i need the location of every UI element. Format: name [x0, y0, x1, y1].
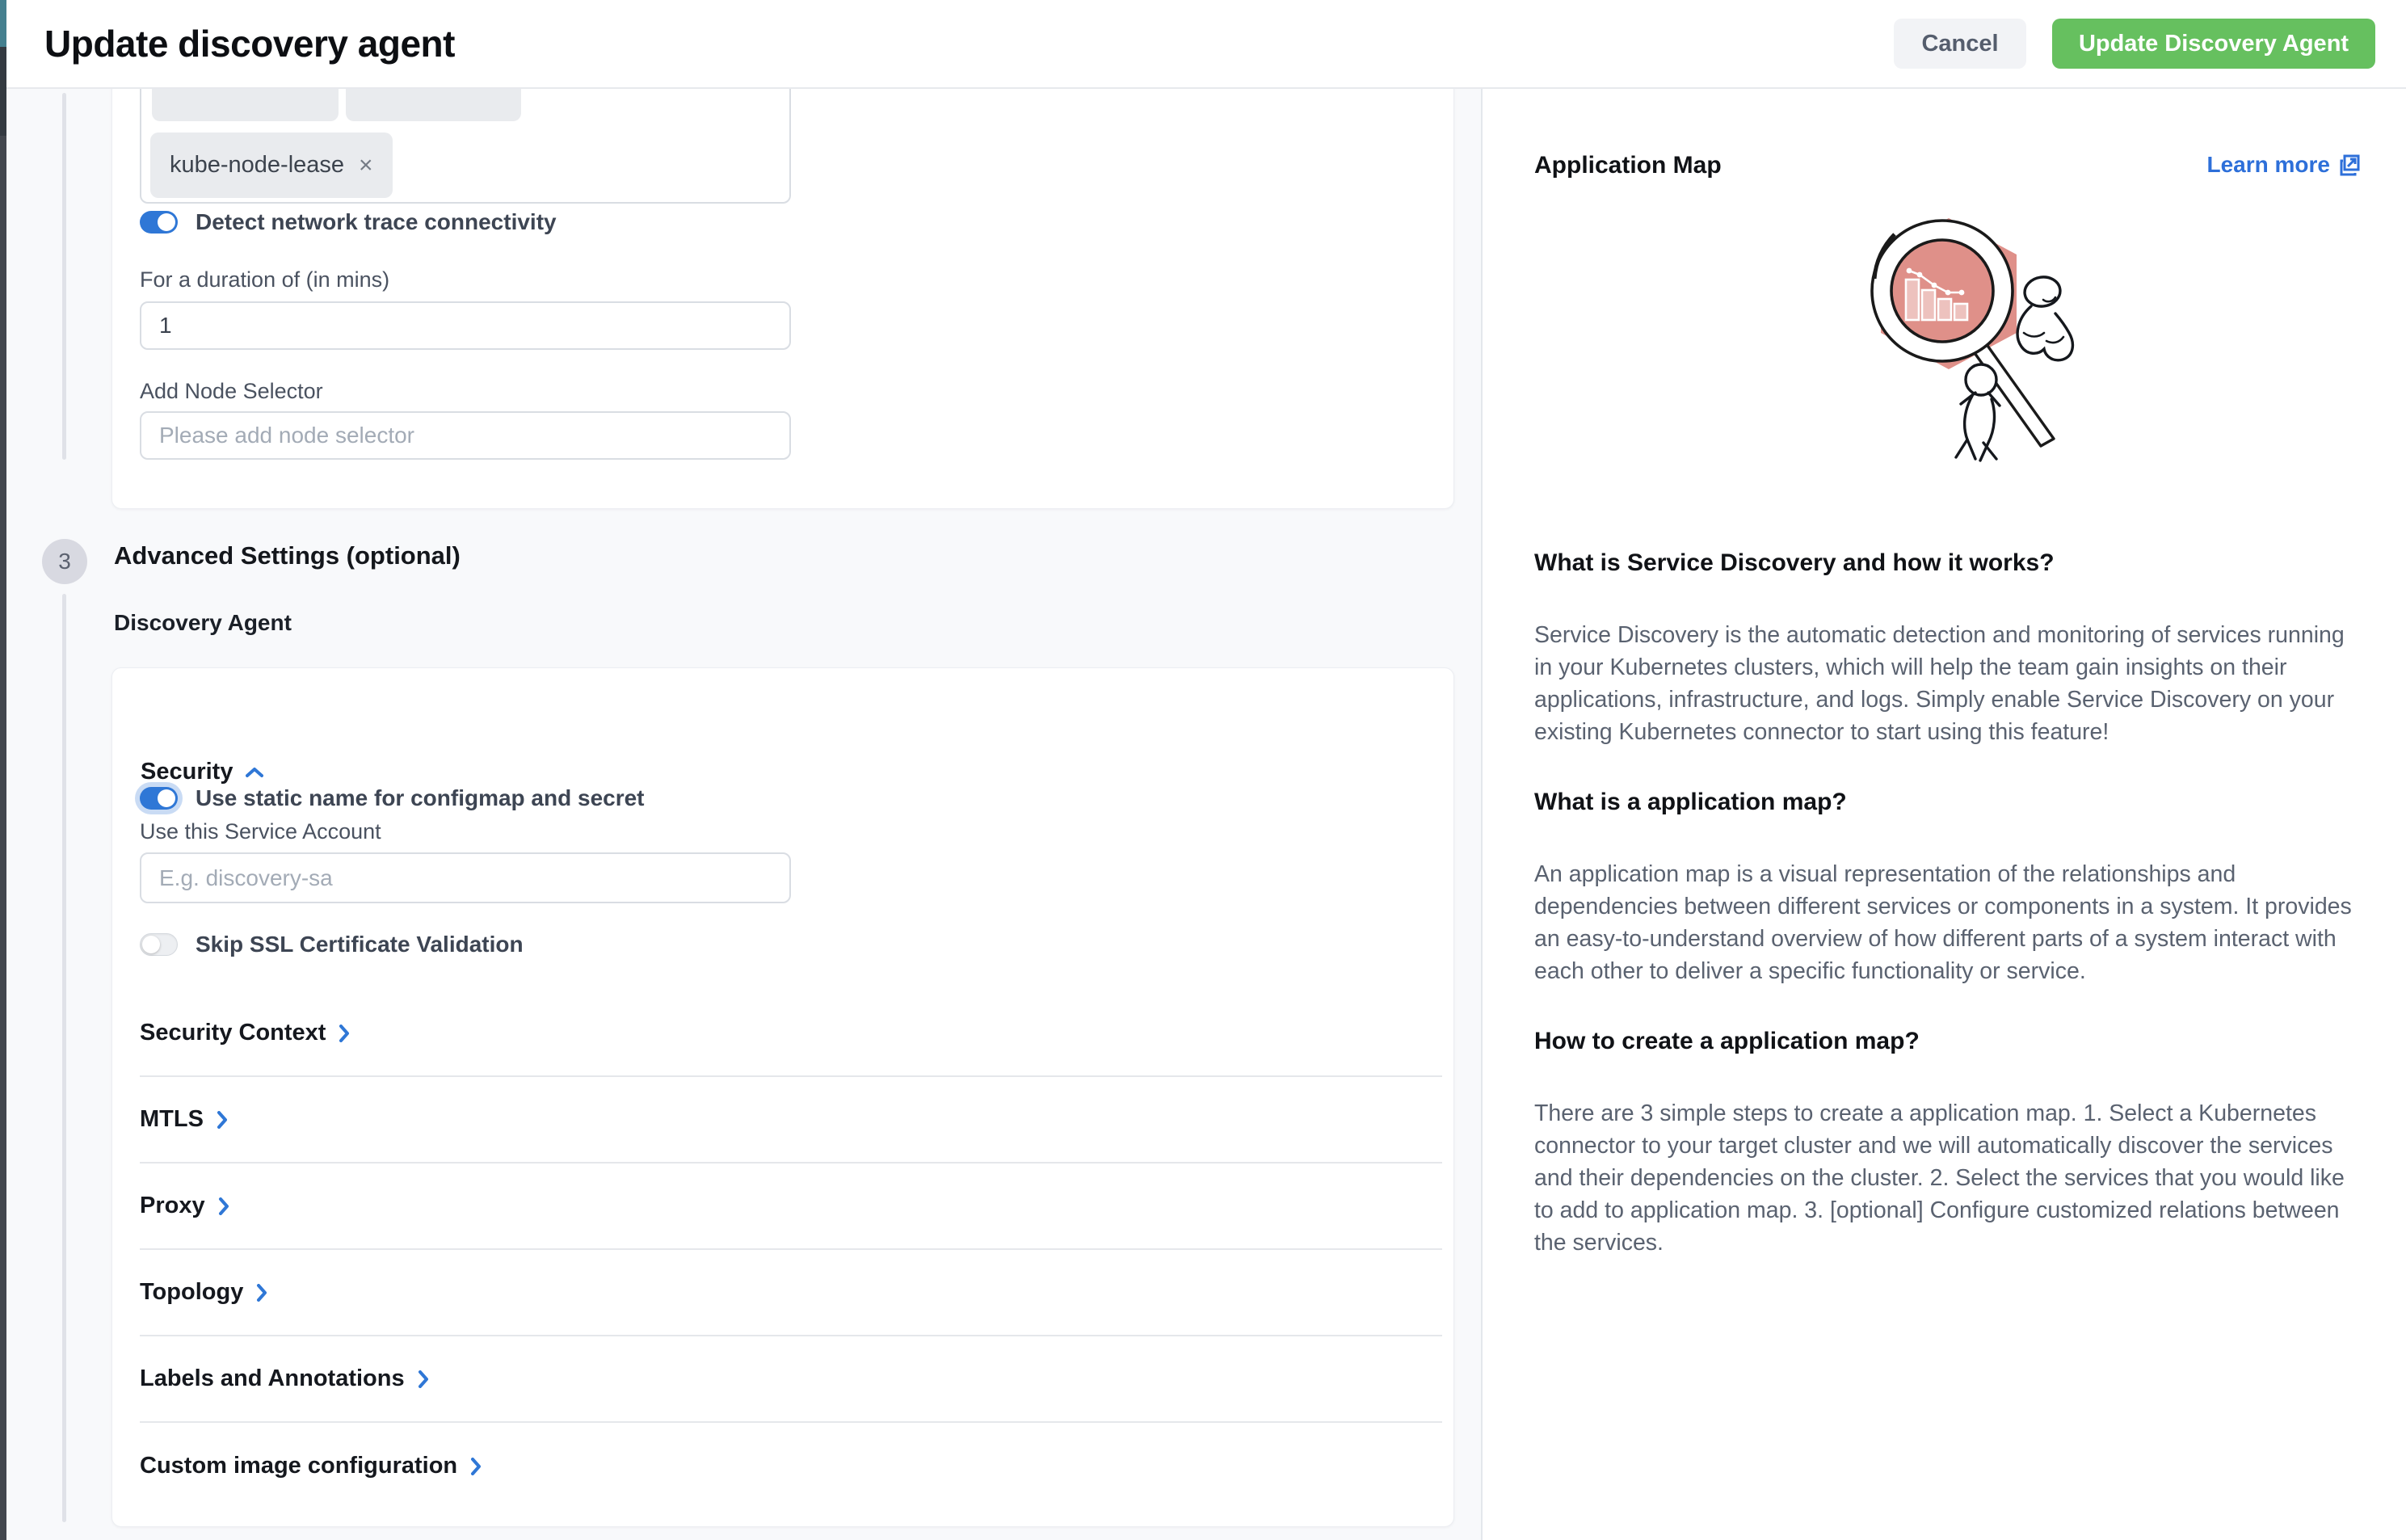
- cancel-button[interactable]: Cancel: [1894, 19, 2026, 69]
- chevron-right-icon: [256, 1284, 267, 1302]
- application-map-illustration: [1811, 202, 2094, 469]
- chevron-right-icon: [418, 1370, 429, 1388]
- namespace-tag-input[interactable]: kube-node-lease ×: [140, 89, 791, 204]
- panel-body: 3 kube-node-lease × Detect network trace…: [6, 89, 2406, 1540]
- learn-more-label: Learn more: [2207, 152, 2331, 178]
- network-trace-card: kube-node-lease × Detect network trace c…: [111, 89, 1454, 509]
- row-labels-annotations[interactable]: Labels and Annotations: [140, 1336, 1442, 1423]
- panel-header: Update discovery agent Cancel Update Dis…: [6, 0, 2406, 89]
- row-security-context[interactable]: Security Context: [140, 991, 1442, 1077]
- row-label: Topology: [140, 1279, 243, 1306]
- static-name-label: Use static name for configmap and secret: [196, 785, 645, 811]
- page-title: Update discovery agent: [44, 22, 1894, 65]
- detect-network-trace-toggle[interactable]: [140, 211, 178, 234]
- info-panel-header: Application Map Learn more: [1534, 152, 2361, 179]
- namespace-tag-partial[interactable]: [346, 89, 521, 121]
- info-paragraph-1: Service Discovery is the automatic detec…: [1534, 619, 2362, 748]
- duration-label: For a duration of (in mins): [140, 267, 389, 292]
- info-panel-text: What is Service Discovery and how it wor…: [1534, 549, 2362, 1259]
- form-column: 3 kube-node-lease × Detect network trace…: [6, 89, 1481, 1540]
- static-name-row: Use static name for configmap and secret: [140, 785, 645, 811]
- row-label: Labels and Annotations: [140, 1365, 405, 1392]
- row-label: Security Context: [140, 1020, 326, 1046]
- chevron-right-icon: [470, 1458, 482, 1475]
- info-paragraph-2: An application map is a visual represent…: [1534, 858, 2362, 987]
- chevron-right-icon: [217, 1111, 228, 1129]
- skip-ssl-toggle[interactable]: [140, 933, 178, 956]
- info-paragraph-3: There are 3 simple steps to create a app…: [1534, 1097, 2362, 1259]
- static-name-toggle[interactable]: [140, 787, 178, 810]
- step-connector-line: [62, 93, 66, 460]
- node-selector-input[interactable]: [140, 411, 791, 460]
- advanced-settings-heading: Advanced Settings (optional): [114, 541, 461, 570]
- advanced-rows: Security Context MTLS Proxy Topology: [112, 991, 1453, 1509]
- row-mtls[interactable]: MTLS: [140, 1077, 1442, 1163]
- detect-network-trace-label: Detect network trace connectivity: [196, 209, 557, 235]
- chevron-up-icon: [246, 767, 263, 778]
- skip-ssl-label: Skip SSL Certificate Validation: [196, 932, 524, 957]
- update-discovery-agent-panel: Update discovery agent Cancel Update Dis…: [6, 0, 2406, 1540]
- row-label: MTLS: [140, 1106, 204, 1133]
- update-discovery-agent-button[interactable]: Update Discovery Agent: [2052, 19, 2375, 69]
- external-link-icon: [2338, 154, 2361, 176]
- application-map-title: Application Map: [1534, 152, 2207, 179]
- namespace-tag[interactable]: kube-node-lease ×: [150, 133, 393, 198]
- detect-network-trace-row: Detect network trace connectivity: [140, 209, 557, 235]
- learn-more-link[interactable]: Learn more: [2207, 152, 2362, 178]
- row-custom-image-configuration[interactable]: Custom image configuration: [140, 1423, 1442, 1509]
- namespace-tag-label: kube-node-lease: [170, 152, 344, 179]
- chevron-right-icon: [339, 1025, 350, 1042]
- info-panel: Application Map Learn more: [1481, 89, 2406, 1540]
- row-topology[interactable]: Topology: [140, 1250, 1442, 1336]
- background-app-accent: [0, 0, 6, 47]
- chevron-right-icon: [218, 1197, 229, 1215]
- step-3-indicator: 3: [42, 539, 87, 584]
- info-heading-1: What is Service Discovery and how it wor…: [1534, 549, 2362, 577]
- row-label: Proxy: [140, 1193, 205, 1219]
- service-account-input[interactable]: [140, 852, 791, 903]
- service-account-label: Use this Service Account: [140, 819, 381, 844]
- security-section-header[interactable]: Security: [141, 759, 263, 785]
- namespace-tag-partial[interactable]: [152, 89, 339, 121]
- discovery-agent-card: Use static name for configmap and secret…: [111, 667, 1454, 1527]
- background-app-edge: [0, 0, 6, 1540]
- step-connector-line: [62, 594, 66, 1522]
- skip-ssl-row: Skip SSL Certificate Validation: [140, 932, 524, 957]
- remove-tag-icon[interactable]: ×: [359, 152, 373, 179]
- background-app-sidebar: [0, 47, 6, 136]
- duration-input[interactable]: [140, 301, 791, 350]
- security-section-label: Security: [141, 759, 233, 785]
- info-heading-3: How to create a application map?: [1534, 1028, 2362, 1055]
- info-heading-2: What is a application map?: [1534, 789, 2362, 816]
- discovery-agent-subheading: Discovery Agent: [114, 610, 292, 636]
- node-selector-label: Add Node Selector: [140, 379, 323, 404]
- row-label: Custom image configuration: [140, 1453, 457, 1479]
- row-proxy[interactable]: Proxy: [140, 1163, 1442, 1250]
